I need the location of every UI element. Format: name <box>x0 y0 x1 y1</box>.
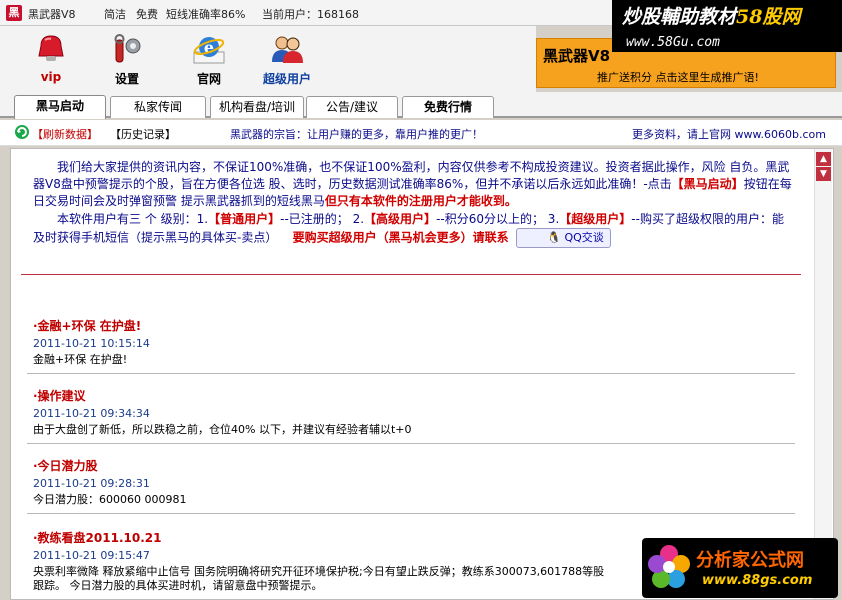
qq-chat-label: QQ交谈 <box>564 231 604 244</box>
news-title[interactable]: ·今日潜力股 <box>33 457 793 474</box>
flower-logo-icon <box>646 544 692 590</box>
title-accuracy: 短线准确率86% <box>166 8 246 21</box>
app-icon: 黑 <box>6 5 22 21</box>
news-item[interactable]: ·操作建议 2011-10-21 09:34:34 由于大盘创了新低，所以跌稳之… <box>33 387 793 437</box>
watermark-bottom: 分析家公式网 www.88gs.com <box>642 538 838 598</box>
news-divider <box>27 443 795 444</box>
watermark-bottom-name: 分析家公式网 <box>696 550 804 571</box>
toolbar: vip 设置 e 官网 超级用户 <box>0 26 536 92</box>
intro-divider <box>21 274 801 275</box>
super-user-button[interactable]: 超级用户 <box>252 32 322 90</box>
dark-horse-link[interactable]: 【黑马启动】 <box>672 177 744 191</box>
tab-private-rumors[interactable]: 私家传闻 <box>110 96 206 118</box>
refresh-data-link[interactable]: 【刷新数据】 <box>32 126 98 142</box>
motto-text: 黑武器的宗旨：让用户赚的更多，靠用户推的更广！ <box>230 128 483 141</box>
users-icon <box>270 32 304 66</box>
app-name: 黑武器V8 <box>28 8 76 21</box>
website-button[interactable]: e 官网 <box>174 32 244 90</box>
news-body: 今日潜力股：600060 000981 <box>33 493 187 506</box>
level-advanced-desc: --积分60分以上的； 3. <box>436 212 560 226</box>
vip-label: vip <box>40 70 62 84</box>
title-tag-free: 免费 <box>136 8 158 21</box>
title-tag-simple: 简洁 <box>104 8 126 21</box>
news-title[interactable]: ·操作建议 <box>33 387 793 404</box>
purchase-contact: 要购买超级用户（黑马机会更多）请联系 <box>292 230 509 245</box>
banner-title: 黑武器V8 <box>543 47 611 65</box>
tab-free-quotes[interactable]: 免费行情 <box>402 96 494 118</box>
vertical-scrollbar[interactable]: ▲ ▼ <box>814 149 832 599</box>
watermark-top-url: www.58Gu.com <box>612 34 842 52</box>
website-link[interactable]: 更多资料，请上官网 www.6060b.com <box>632 126 826 142</box>
level-normal-desc: --已注册的； 2. <box>280 212 365 226</box>
website-label: 官网 <box>196 72 221 86</box>
level-advanced: 【高级用户】 <box>364 212 437 226</box>
content-panel[interactable]: 我们给大家提供的资讯内容，不保证100%准确，也不保证100%盈利，内容仅供参考… <box>10 148 834 600</box>
news-divider <box>27 373 795 374</box>
news-item[interactable]: ·今日潜力股 2011-10-21 09:28:31 今日潜力股：600060 … <box>33 457 793 507</box>
registered-only-notice: 但只有本软件的注册用户才能收到。 <box>324 194 517 208</box>
qq-icon: 🐧 <box>547 231 561 244</box>
intro-paragraph-1: 我们给大家提供的资讯内容，不保证100%准确，也不保证100%盈利，内容仅供参考… <box>33 159 795 210</box>
tab-bar: 黑马启动 私家传闻 机构看盘/培训 公告/建议 免费行情 <box>0 92 842 119</box>
watermark-bottom-url: www.88gs.com <box>702 573 813 588</box>
news-title[interactable]: ·金融+环保 在护盘! <box>33 317 793 334</box>
current-user: 当前用户：168168 <box>262 8 359 21</box>
watermark-top-brand: 58股网 <box>736 6 801 28</box>
settings-button[interactable]: 设置 <box>92 32 162 90</box>
vip-icon <box>34 32 68 66</box>
level-super: 【超级用户】 <box>559 212 632 226</box>
level-normal: 【普通用户】 <box>208 212 281 226</box>
info-bar: 【刷新数据】 【历史记录】 黑武器的宗旨：让用户赚的更多，靠用户推的更广！ 更多… <box>0 120 842 146</box>
news-date: 2011-10-21 09:28:31 <box>33 477 150 490</box>
tab-dark-horse[interactable]: 黑马启动 <box>14 95 106 119</box>
levels-text: 本软件用户有三 个 级别：1. <box>57 212 209 226</box>
intro-text: 我们给大家提供的资讯内容，不保证100%准确，也不保证100%盈利，内容仅供参考… <box>33 159 795 248</box>
news-divider <box>27 513 795 514</box>
tab-institution-training[interactable]: 机构看盘/培训 <box>210 96 304 118</box>
vip-button[interactable]: vip <box>16 32 86 90</box>
news-date: 2011-10-21 10:15:14 <box>33 337 150 350</box>
news-body: 金融+环保 在护盘! <box>33 353 128 366</box>
super-user-label: 超级用户 <box>262 72 311 86</box>
news-body: 由于大盘创了新低，所以跌稳之前，仓位40% 以下，并建议有经验者辅以t+0 <box>33 423 412 436</box>
watermark-top-text: 炒股輔助教材 <box>622 6 737 28</box>
news-item[interactable]: ·金融+环保 在护盘! 2011-10-21 10:15:14 金融+环保 在护… <box>33 317 793 367</box>
qq-chat-button[interactable]: 🐧 QQ交谈 <box>516 228 611 248</box>
scroll-down-arrow-icon[interactable]: ▼ <box>816 167 831 181</box>
scroll-up-arrow-icon[interactable]: ▲ <box>816 152 831 166</box>
refresh-icon <box>14 124 30 143</box>
ie-icon: e <box>192 32 226 66</box>
news-date: 2011-10-21 09:34:34 <box>33 407 150 420</box>
watermark-top: 炒股輔助教材58股网 <box>612 0 842 34</box>
settings-label: 设置 <box>114 72 139 86</box>
settings-icon <box>110 32 144 66</box>
tab-announcements[interactable]: 公告/建议 <box>306 96 398 118</box>
history-link[interactable]: 【历史记录】 <box>110 126 176 142</box>
intro-paragraph-2: 本软件用户有三 个 级别：1.【普通用户】--已注册的； 2.【高级用户】--积… <box>33 211 795 248</box>
banner-promo-link[interactable]: 推广送积分 点击这里生成推广语! <box>597 69 759 85</box>
